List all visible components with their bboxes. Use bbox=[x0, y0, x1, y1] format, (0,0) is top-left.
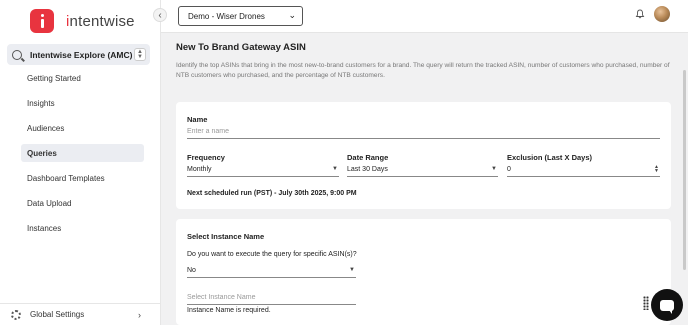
name-label: Name bbox=[187, 115, 208, 124]
exclusion-stepper[interactable]: 0 ▲ ▼ bbox=[507, 165, 660, 177]
sidebar-item-audiences[interactable]: Audiences bbox=[21, 119, 144, 137]
account-select[interactable]: Demo - Wiser Drones ⌄ bbox=[178, 6, 303, 26]
sidebar: intentwise Intentwise Explore (AMC) ▲ ▼ G… bbox=[0, 0, 161, 325]
page-title: New To Brand Gateway ASIN bbox=[176, 42, 306, 53]
top-bar: Demo - Wiser Drones ⌄ bbox=[161, 0, 688, 33]
sidebar-item-instances[interactable]: Instances bbox=[21, 219, 144, 237]
date-range-label: Date Range bbox=[347, 153, 389, 162]
sidebar-item-dashboard-templates[interactable]: Dashboard Templates bbox=[21, 169, 144, 187]
chat-icon bbox=[660, 299, 674, 314]
main-content: New To Brand Gateway ASIN Identify the t… bbox=[161, 33, 688, 325]
stepper-arrows-icon[interactable]: ▲ ▼ bbox=[654, 165, 659, 174]
brand-logo[interactable]: intentwise bbox=[30, 9, 135, 33]
caret-down-icon: ▼ bbox=[332, 166, 338, 172]
next-scheduled-run: Next scheduled run (PST) - July 30th 202… bbox=[187, 190, 357, 197]
global-settings-label: Global Settings bbox=[30, 310, 85, 319]
instance-section-title: Select Instance Name bbox=[187, 232, 265, 241]
exclusion-label: Exclusion (Last X Days) bbox=[507, 153, 593, 162]
query-settings-card: Name Enter a name Frequency Monthly ▼ Da… bbox=[176, 102, 671, 209]
caret-down-icon: ▼ bbox=[349, 267, 355, 273]
frequency-value: Monthly bbox=[187, 166, 212, 173]
module-label: Intentwise Explore (AMC) bbox=[30, 49, 133, 60]
frequency-label: Frequency bbox=[187, 153, 225, 162]
support-chat-button[interactable] bbox=[651, 289, 683, 321]
name-input[interactable]: Enter a name bbox=[187, 128, 660, 139]
frequency-select[interactable]: Monthly ▼ bbox=[187, 166, 339, 177]
drag-handle-icon[interactable] bbox=[643, 296, 649, 310]
collapse-sidebar-button[interactable]: ‹ bbox=[153, 8, 167, 22]
chevron-updown-icon[interactable]: ▲ ▼ bbox=[134, 48, 146, 61]
module-switcher[interactable]: Intentwise Explore (AMC) ▲ ▼ bbox=[7, 44, 150, 65]
instance-card: Select Instance Name Do you want to exec… bbox=[176, 219, 671, 325]
avatar[interactable] bbox=[654, 6, 670, 22]
caret-down-icon: ▼ bbox=[491, 166, 497, 172]
search-icon bbox=[12, 49, 22, 60]
bell-icon[interactable] bbox=[635, 9, 645, 19]
chevron-right-icon: › bbox=[138, 309, 141, 320]
brand-logo-icon bbox=[30, 9, 54, 33]
sidebar-item-getting-started[interactable]: Getting Started bbox=[21, 69, 144, 87]
instance-name-select[interactable]: Select Instance Name bbox=[187, 294, 356, 305]
sidebar-item-queries[interactable]: Queries bbox=[21, 144, 144, 162]
page-description: Identify the top ASINs that bring in the… bbox=[176, 62, 670, 79]
global-settings[interactable]: Global Settings › bbox=[0, 303, 161, 325]
exclusion-value: 0 bbox=[507, 166, 511, 173]
brand-wordmark: intentwise bbox=[66, 12, 135, 30]
date-range-value: Last 30 Days bbox=[347, 166, 388, 173]
asin-select[interactable]: No ▼ bbox=[187, 267, 356, 278]
asin-question: Do you want to execute the query for spe… bbox=[187, 251, 357, 258]
date-range-select[interactable]: Last 30 Days ▼ bbox=[347, 166, 498, 177]
sidebar-item-data-upload[interactable]: Data Upload bbox=[21, 194, 144, 212]
account-select-value: Demo - Wiser Drones bbox=[188, 11, 265, 21]
chevron-down-icon: ⌄ bbox=[288, 10, 296, 20]
scrollbar[interactable] bbox=[683, 70, 686, 270]
instance-error-text: Instance Name is required. bbox=[187, 307, 271, 314]
chevron-left-icon: ‹ bbox=[158, 9, 162, 21]
sidebar-item-insights[interactable]: Insights bbox=[21, 94, 144, 112]
gear-icon bbox=[11, 309, 21, 320]
asin-select-value: No bbox=[187, 267, 196, 274]
